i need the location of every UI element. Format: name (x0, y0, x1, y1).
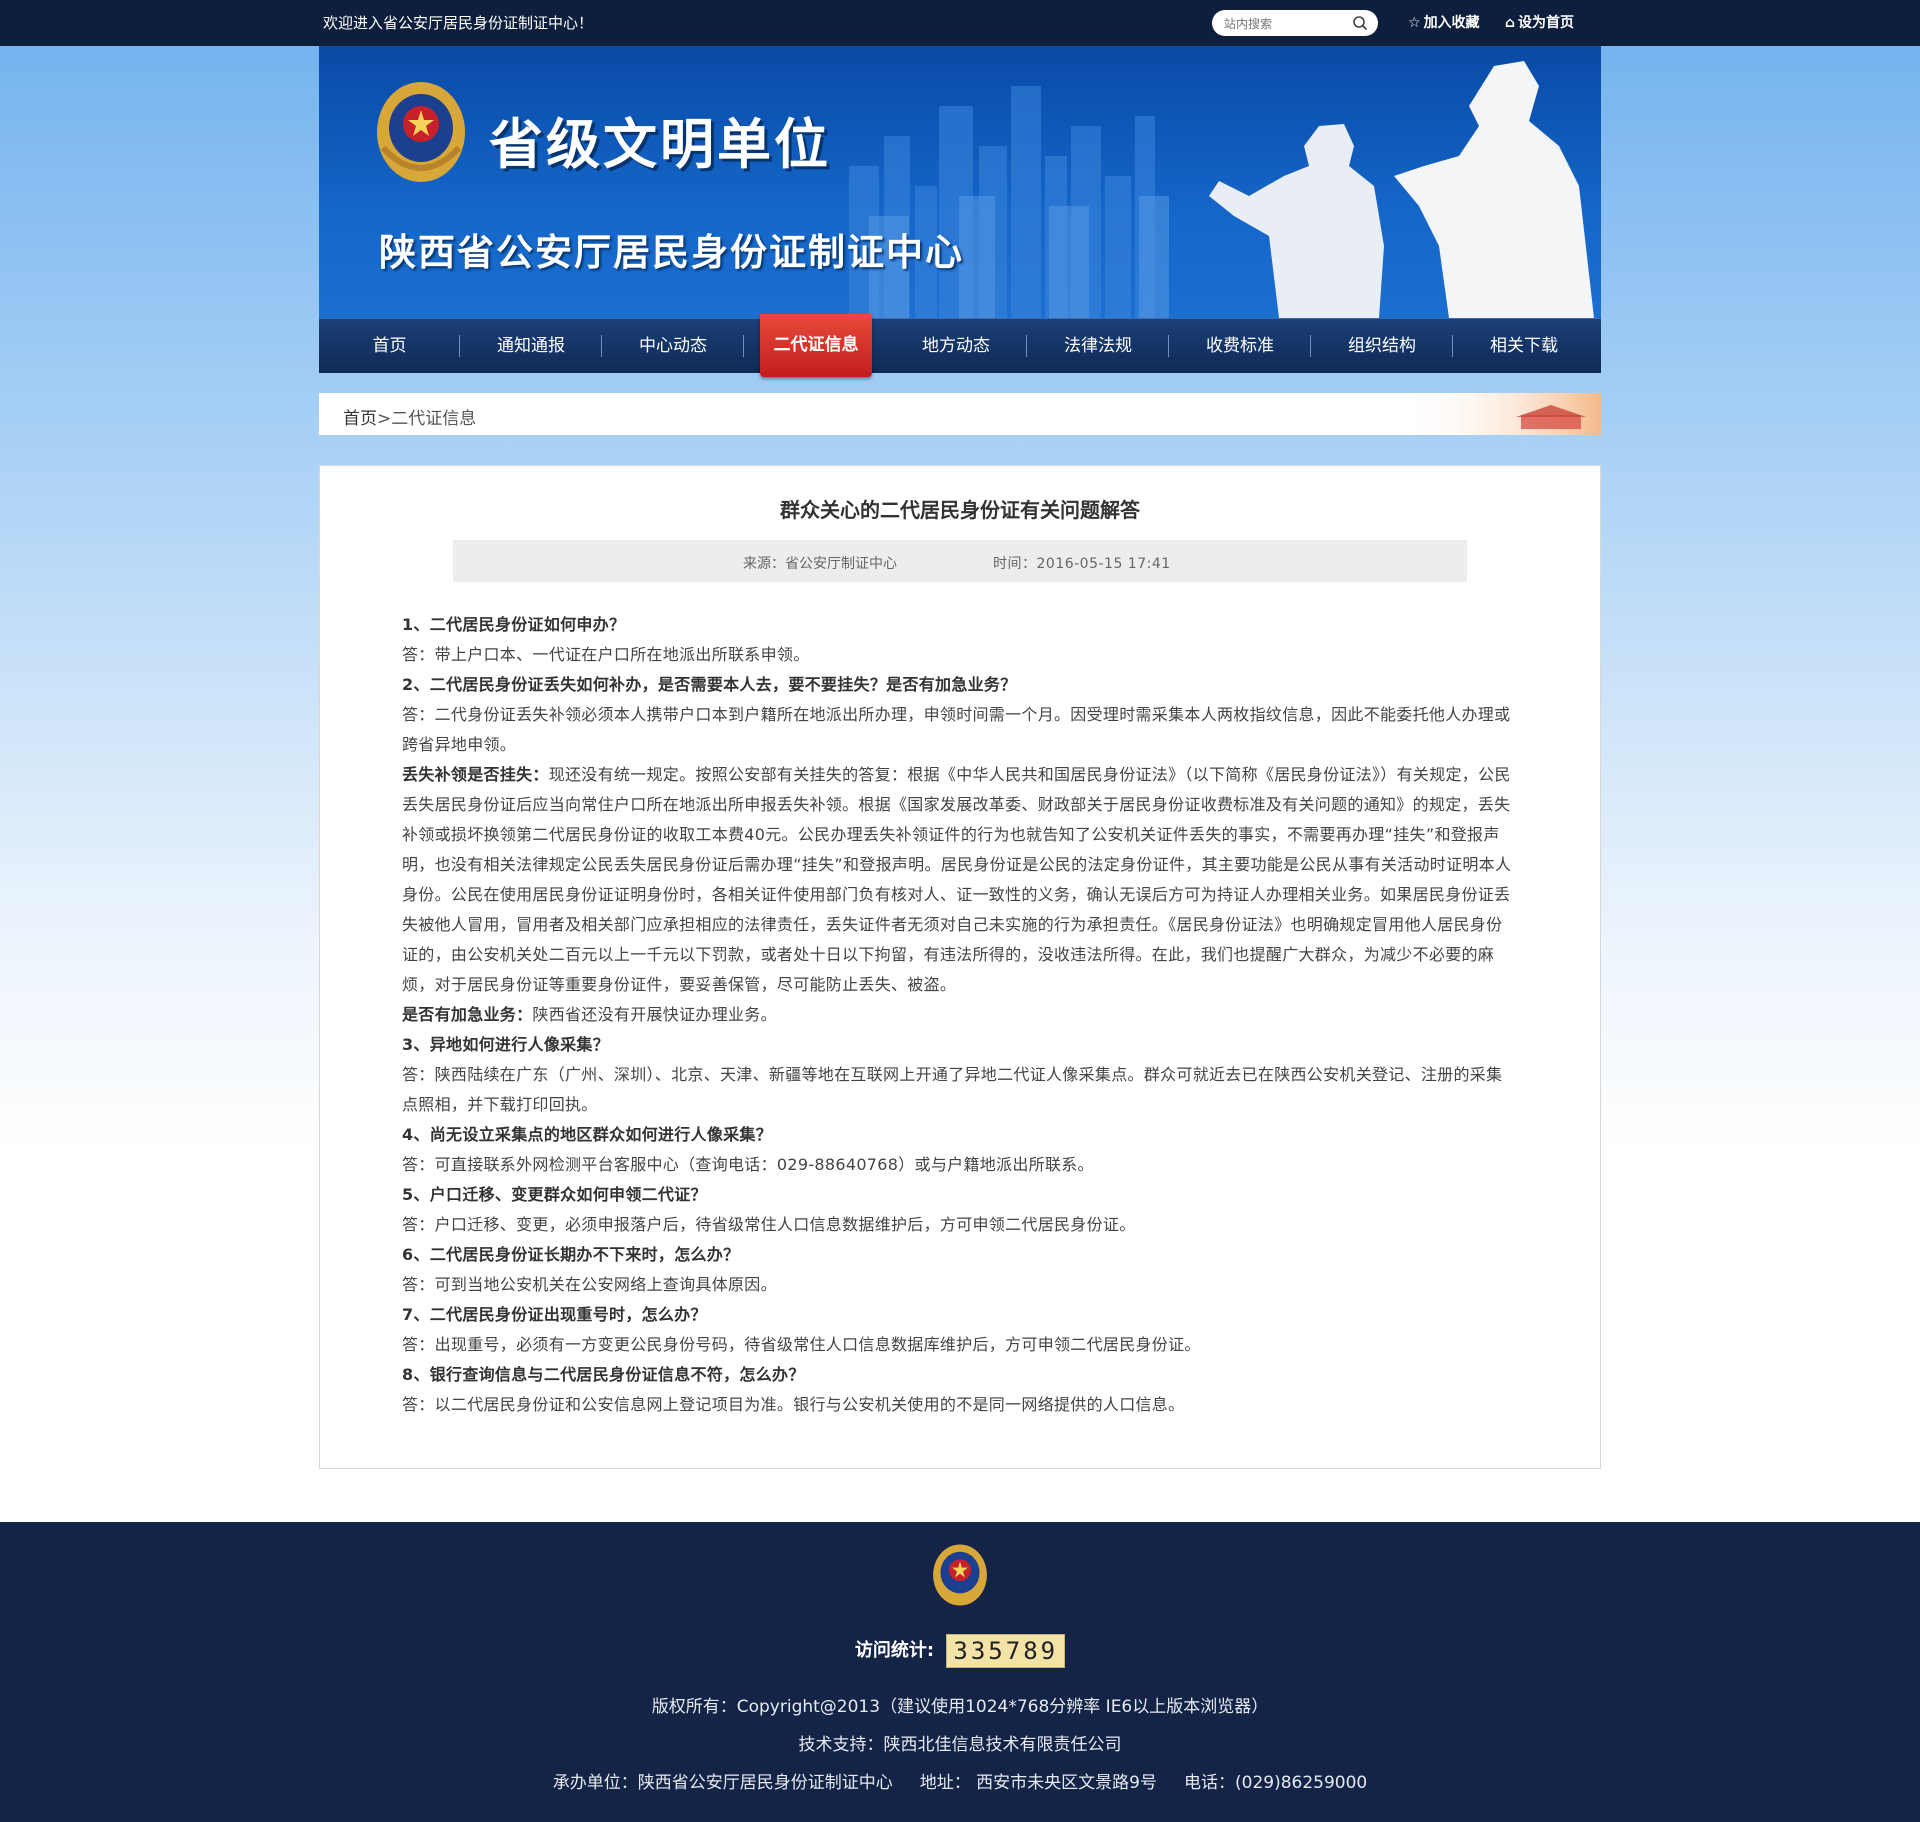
answer-detail-text: 现还没有统一规定。按照公安部有关挂失的答复：根据《中华人民共和国居民身份证法》（… (402, 765, 1512, 994)
star-icon: ☆ (1408, 15, 1421, 31)
nav-item-fees[interactable]: 收费标准 (1169, 319, 1311, 373)
breadcrumb-current: 二代证信息 (391, 409, 477, 429)
top-bar: 欢迎进入省公安厅居民身份证制证中心！ ☆加入收藏 ⌂设为首页 (0, 0, 1920, 46)
answer: 答：陕西陆续在广东（广州、深圳）、北京、天津、新疆等地在互联网上开通了异地二代证… (402, 1065, 1503, 1114)
tiananmen-decoration (1401, 393, 1601, 435)
banner-org-title: 陕西省公安厅居民身份证制证中心 (379, 231, 964, 274)
nav-item-notices[interactable]: 通知通报 (460, 319, 602, 373)
search-box[interactable] (1212, 10, 1378, 36)
banner-motto: 省级文明单位 (489, 113, 831, 176)
footer-copyright: 版权所有：Copyright@2013（建议使用1024*768分辨率 IE6以… (651, 1697, 1269, 1717)
question: 7、二代居民身份证出现重号时，怎么办？ (402, 1305, 707, 1324)
visit-counter: 访问统计: 335789 (0, 1634, 1920, 1668)
nav-item-id-info[interactable]: 二代证信息 (760, 314, 872, 377)
article-body: 1、二代居民身份证如何申办？ 答：带上户口本、一代证在户口所在地派出所联系申领。 2… (402, 610, 1517, 1420)
main-nav: 首页 通知通报 中心动态 二代证信息 地方动态 法律法规 收费标准 组织结构 相… (319, 314, 1601, 377)
add-favorite-label: 加入收藏 (1423, 15, 1480, 31)
search-icon[interactable] (1352, 15, 1368, 31)
answer-detail-lead: 是否有加急业务： (402, 1005, 533, 1024)
answer: 答：出现重号，必须有一方变更公民身份号码，待省级常住人口信息数据库维护后，方可申… (402, 1335, 1201, 1354)
article-source: 来源：省公安厅制证中心 (743, 556, 897, 572)
nav-item-downloads[interactable]: 相关下载 (1453, 319, 1595, 373)
answer-detail: 丢失补领是否挂失：现还没有统一规定。按照公安部有关挂失的答复：根据《中华人民共和… (402, 760, 1517, 1000)
skyline-salute-illustration (849, 61, 1594, 318)
visit-counter-value: 335789 (946, 1634, 1066, 1668)
article-time: 时间：2016-05-15 17:41 (993, 556, 1171, 572)
question: 4、尚无设立采集点的地区群众如何进行人像采集？ (402, 1125, 773, 1144)
question: 1、二代居民身份证如何申办？ (402, 615, 626, 634)
visit-counter-label: 访问统计: (854, 1640, 935, 1661)
police-emblem-icon (933, 1544, 987, 1606)
search-input[interactable] (1222, 14, 1354, 34)
breadcrumb: 首页>二代证信息 (319, 393, 1601, 435)
header-banner: 省级文明单位 陕西省公安厅居民身份证制证中心 (319, 46, 1601, 318)
footer-tech-support: 技术支持：陕西北佳信息技术有限责任公司 (798, 1735, 1122, 1755)
answer-detail-text: 陕西省还没有开展快证办理业务。 (532, 1005, 777, 1024)
answer: 答：以二代居民身份证和公安信息网上登记项目为准。银行与公安机关使用的不是同一网络… (402, 1395, 1185, 1414)
nav-item-organization[interactable]: 组织结构 (1311, 319, 1453, 373)
answer: 答：二代身份证丢失补领必须本人携带户口本到户籍所在地派出所办理，申领时间需一个月… (402, 705, 1511, 754)
nav-item-home[interactable]: 首页 (319, 319, 460, 373)
breadcrumb-separator: > (377, 409, 392, 429)
article-title: 群众关心的二代居民身份证有关问题解答 (780, 498, 1140, 522)
answer: 答：户口迁移、变更，必须申报落户后，待省级常住人口信息数据维护后，方可申领二代居… (402, 1215, 1136, 1234)
footer: 访问统计: 335789 版权所有：Copyright@2013（建议使用102… (0, 1522, 1920, 1822)
home-icon: ⌂ (1505, 15, 1516, 31)
nav-item-local-news[interactable]: 地方动态 (885, 319, 1027, 373)
welcome-text: 欢迎进入省公安厅居民身份证制证中心！ (323, 14, 594, 32)
nav-item-center-news[interactable]: 中心动态 (602, 319, 744, 373)
question: 3、异地如何进行人像采集？ (402, 1035, 610, 1054)
question: 2、二代居民身份证丢失如何补办，是否需要本人去，要不要挂失？是否有加急业务？ (402, 675, 1017, 694)
article-meta: 来源：省公安厅制证中心 时间：2016-05-15 17:41 (453, 540, 1467, 582)
police-emblem-icon (377, 82, 465, 182)
footer-contact: 承办单位：陕西省公安厅居民身份证制证中心 地址： 西安市未央区文景路9号 电话：… (552, 1773, 1368, 1793)
breadcrumb-home-link[interactable]: 首页 (343, 409, 377, 429)
answer: 答：带上户口本、一代证在户口所在地派出所联系申领。 (402, 645, 810, 664)
question: 8、银行查询信息与二代居民身份证信息不符，怎么办？ (402, 1365, 805, 1384)
answer: 答：可到当地公安机关在公安网络上查询具体原因。 (402, 1275, 777, 1294)
question: 5、户口迁移、变更群众如何申领二代证？ (402, 1185, 707, 1204)
nav-item-laws[interactable]: 法律法规 (1027, 319, 1169, 373)
question: 6、二代居民身份证长期办不下来时，怎么办？ (402, 1245, 740, 1264)
set-homepage-link[interactable]: ⌂ 设为首页 (1505, 12, 1574, 32)
answer: 答：可直接联系外网检测平台客服中心（查询电话：029-88640768）或与户籍… (402, 1155, 1094, 1174)
answer-detail-lead: 丢失补领是否挂失： (402, 765, 549, 784)
answer-detail: 是否有加急业务：陕西省还没有开展快证办理业务。 (402, 1000, 1517, 1030)
add-favorite-link[interactable]: ☆ 加入收藏 (1408, 12, 1480, 32)
article-panel: 群众关心的二代居民身份证有关问题解答 来源：省公安厅制证中心 时间：2016-0… (319, 465, 1601, 1469)
set-homepage-label: 设为首页 (1518, 15, 1575, 31)
